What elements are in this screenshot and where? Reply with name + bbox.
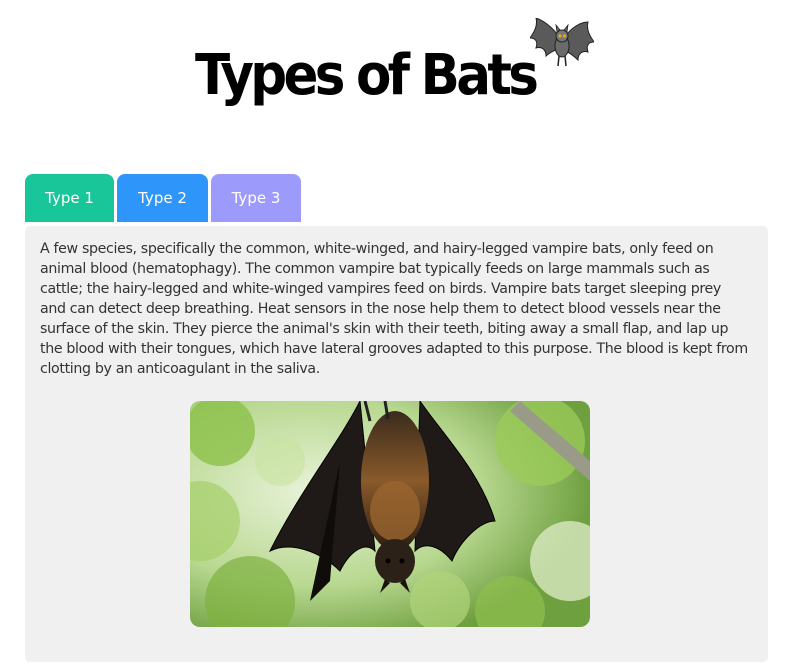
bat-description-text: A few species, specifically the common, … — [40, 241, 748, 377]
page-title: Types of Bats — [195, 43, 539, 108]
tab-content-panel: A few species, specifically the common, … — [25, 226, 768, 662]
tab-type-1[interactable]: Type 1 — [25, 174, 114, 222]
tab-type-2[interactable]: Type 2 — [117, 174, 208, 222]
tab-bar: Type 1 Type 2 Type 3 — [25, 174, 301, 222]
hanging-bat-photo — [190, 401, 590, 627]
tab-type-3[interactable]: Type 3 — [211, 174, 301, 222]
page: Types of Bats Type 1 Type 2 Type 3 A few… — [0, 0, 787, 669]
bat-icon — [530, 18, 594, 67]
